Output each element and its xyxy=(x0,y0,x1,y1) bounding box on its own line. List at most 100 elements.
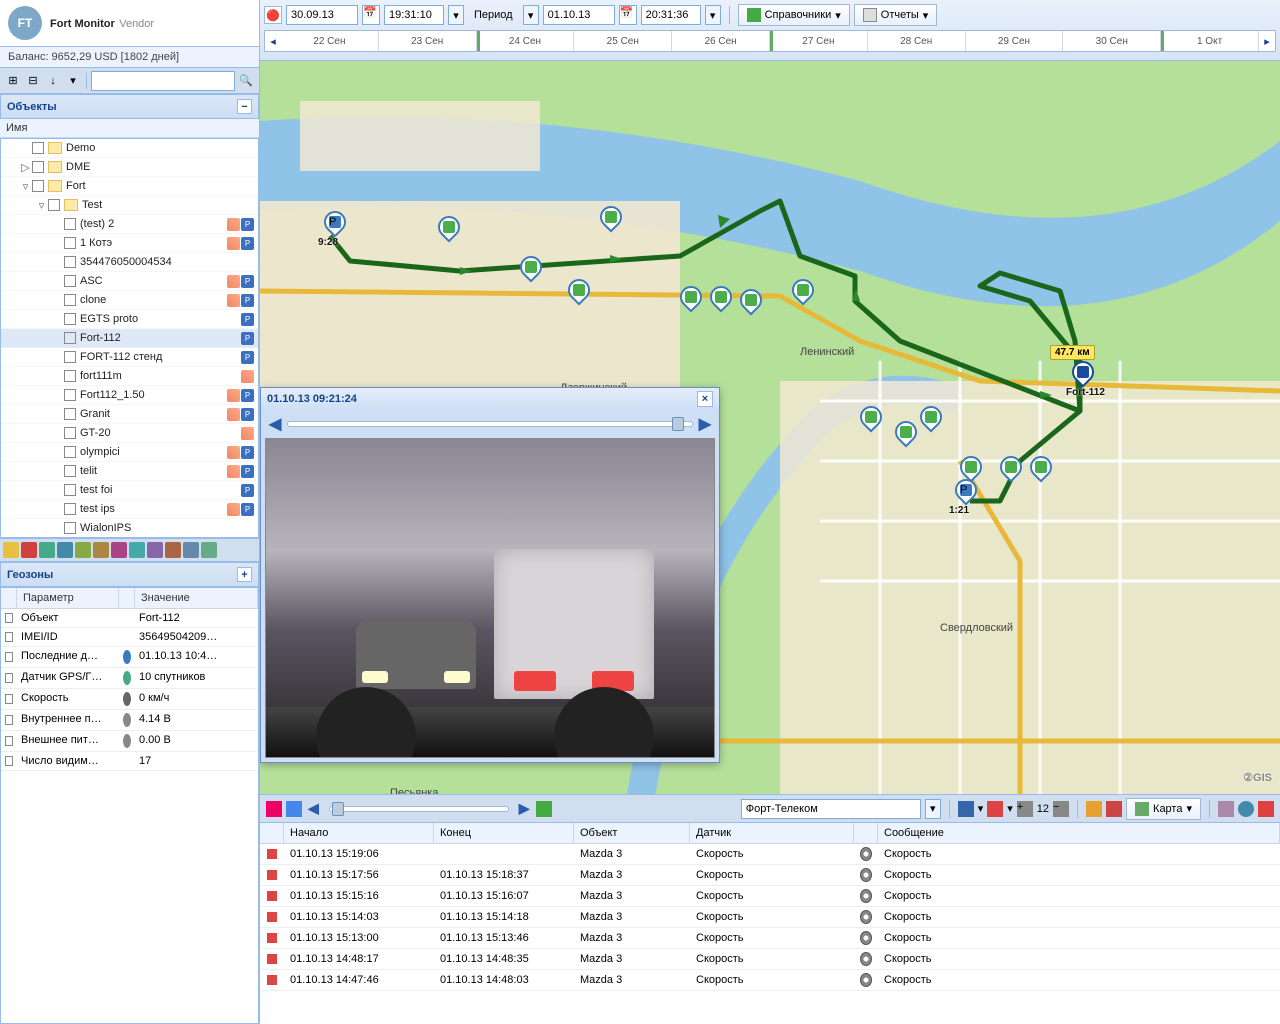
timeline-day[interactable]: 24 Сен xyxy=(477,31,575,51)
layers-icon[interactable] xyxy=(958,801,974,817)
reports-button[interactable]: Отчеты▾ xyxy=(854,4,938,26)
track-marker[interactable] xyxy=(860,406,882,434)
track-marker[interactable] xyxy=(1000,456,1022,484)
tree-row[interactable]: Fort112_1.50 P xyxy=(1,386,258,405)
add-icon[interactable] xyxy=(39,542,55,558)
track-marker[interactable] xyxy=(520,256,542,284)
track-marker[interactable] xyxy=(680,286,702,314)
tool7-icon[interactable] xyxy=(111,542,127,558)
zoom-in-icon[interactable]: + xyxy=(1017,801,1033,817)
tree-collapse-icon[interactable]: ⊟ xyxy=(24,72,42,90)
binoculars-icon[interactable]: 🔍 xyxy=(237,72,255,90)
tree-row[interactable]: EGTS proto P xyxy=(1,310,258,329)
link-icon[interactable] xyxy=(1218,801,1234,817)
timeline-day[interactable]: 22 Сен xyxy=(281,31,379,51)
mail-icon[interactable] xyxy=(286,801,302,817)
tree-row[interactable]: FORT-112 стенд P xyxy=(1,348,258,367)
calendar-to-icon[interactable]: 📅 xyxy=(619,5,637,25)
tool8-icon[interactable] xyxy=(129,542,145,558)
group-dropdown[interactable]: ▾ xyxy=(925,799,941,819)
references-button[interactable]: Справочники▾ xyxy=(738,4,850,26)
popup-close-button[interactable]: × xyxy=(697,391,713,407)
sort-icon[interactable]: ↓ xyxy=(44,72,62,90)
time-to-dropdown[interactable]: ▾ xyxy=(705,5,721,25)
tree-row[interactable]: fort111m xyxy=(1,367,258,386)
tree-row[interactable]: GT-20 xyxy=(1,424,258,443)
track-marker[interactable] xyxy=(710,286,732,314)
bell-icon[interactable] xyxy=(266,801,282,817)
time-from-input[interactable] xyxy=(384,5,444,25)
period-dropdown[interactable]: ▾ xyxy=(523,5,539,25)
timeline-day[interactable]: 23 Сен xyxy=(379,31,477,51)
track-marker[interactable] xyxy=(740,289,762,317)
tool11-icon[interactable] xyxy=(183,542,199,558)
power-icon[interactable] xyxy=(1258,801,1274,817)
tree-row[interactable]: test foi P xyxy=(1,481,258,500)
timeline-day[interactable]: 26 Сен xyxy=(672,31,770,51)
chart-icon[interactable] xyxy=(147,542,163,558)
tree-row[interactable]: 354476050004534 xyxy=(1,253,258,272)
event-row[interactable]: 01.10.13 14:47:4601.10.13 14:48:03 Mazda… xyxy=(260,970,1280,991)
event-row[interactable]: 01.10.13 15:13:0001.10.13 15:13:46 Mazda… xyxy=(260,928,1280,949)
tree-row[interactable]: ▷ DME xyxy=(1,158,258,177)
search-input[interactable] xyxy=(91,71,235,91)
event-row[interactable]: 01.10.13 15:14:0301.10.13 15:14:18 Mazda… xyxy=(260,907,1280,928)
tree-row[interactable]: Granit P xyxy=(1,405,258,424)
map-type-button[interactable]: Карта▾ xyxy=(1126,798,1201,820)
tool5-icon[interactable] xyxy=(75,542,91,558)
filter-icon[interactable]: ▾ xyxy=(64,72,82,90)
timeline-prev[interactable]: ◂ xyxy=(265,31,281,51)
track-marker[interactable] xyxy=(600,206,622,234)
help-icon[interactable] xyxy=(1238,801,1254,817)
timeline-day[interactable]: 27 Сен xyxy=(770,31,868,51)
zoom-out-icon[interactable]: − xyxy=(1053,801,1069,817)
time-from-dropdown[interactable]: ▾ xyxy=(448,5,464,25)
timeline-day[interactable]: 1 Окт xyxy=(1161,31,1259,51)
tree-row[interactable]: ASC P xyxy=(1,272,258,291)
tree-row[interactable]: (test) 2 P xyxy=(1,215,258,234)
track-marker[interactable] xyxy=(438,216,460,244)
expand-geozones-button[interactable]: + xyxy=(237,567,252,582)
track-marker[interactable] xyxy=(792,279,814,307)
tree-row[interactable]: WialonIPS xyxy=(1,519,258,538)
tool10-icon[interactable] xyxy=(165,542,181,558)
collapse-objects-button[interactable]: − xyxy=(237,99,252,114)
timeline-day[interactable]: 25 Сен xyxy=(574,31,672,51)
events-prev-button[interactable]: ◀ xyxy=(306,800,321,817)
track-marker[interactable] xyxy=(568,279,590,307)
timeline-day[interactable]: 29 Сен xyxy=(966,31,1064,51)
date-to-input[interactable] xyxy=(543,5,615,25)
timeline-next[interactable]: ▸ xyxy=(1259,31,1275,51)
tree-row[interactable]: test ips P xyxy=(1,500,258,519)
rec-icon[interactable]: 🔴 xyxy=(264,6,282,24)
timeline[interactable]: ◂ 22 Сен23 Сен24 Сен25 Сен26 Сен27 Сен28… xyxy=(264,30,1276,52)
park-end-marker[interactable]: P1:21 xyxy=(955,479,977,507)
track-marker[interactable] xyxy=(920,406,942,434)
refresh-icon[interactable] xyxy=(536,801,552,817)
event-row[interactable]: 01.10.13 14:48:1701.10.13 14:48:35 Mazda… xyxy=(260,949,1280,970)
tree-expand-icon[interactable]: ⊞ xyxy=(4,72,22,90)
pin-icon[interactable] xyxy=(1106,801,1122,817)
events-next-button[interactable]: ▶ xyxy=(517,800,532,817)
calendar-from-icon[interactable]: 📅 xyxy=(362,5,380,25)
timeline-day[interactable]: 30 Сен xyxy=(1063,31,1161,51)
delete-icon[interactable] xyxy=(21,542,37,558)
events-slider[interactable] xyxy=(329,806,509,812)
park-start-marker[interactable]: P9:28 xyxy=(324,211,346,239)
event-row[interactable]: 01.10.13 15:17:5601.10.13 15:18:37 Mazda… xyxy=(260,865,1280,886)
time-to-input[interactable] xyxy=(641,5,701,25)
tool6-icon[interactable] xyxy=(93,542,109,558)
photo-prev-button[interactable]: ◀ xyxy=(269,414,281,434)
object-tree[interactable]: Demo ▷ DME ▿ Fort ▿ Test (test) 2 P 1 Ко… xyxy=(0,138,259,538)
date-from-input[interactable] xyxy=(286,5,358,25)
map[interactable]: Дзержинский Ленинский Свердловский Песья… xyxy=(260,61,1280,794)
ruler-icon[interactable] xyxy=(1086,801,1102,817)
tree-row[interactable]: clone P xyxy=(1,291,258,310)
event-row[interactable]: 01.10.13 15:19:06 Mazda 3Скорость Скорос… xyxy=(260,844,1280,865)
tree-row[interactable]: olympici P xyxy=(1,443,258,462)
tree-row[interactable]: ▿ Test xyxy=(1,196,258,215)
pencil-icon[interactable] xyxy=(3,542,19,558)
vehicle-marker[interactable]: Fort-112 xyxy=(1072,361,1094,389)
event-row[interactable]: 01.10.13 15:15:1601.10.13 15:16:07 Mazda… xyxy=(260,886,1280,907)
timeline-day[interactable]: 28 Сен xyxy=(868,31,966,51)
